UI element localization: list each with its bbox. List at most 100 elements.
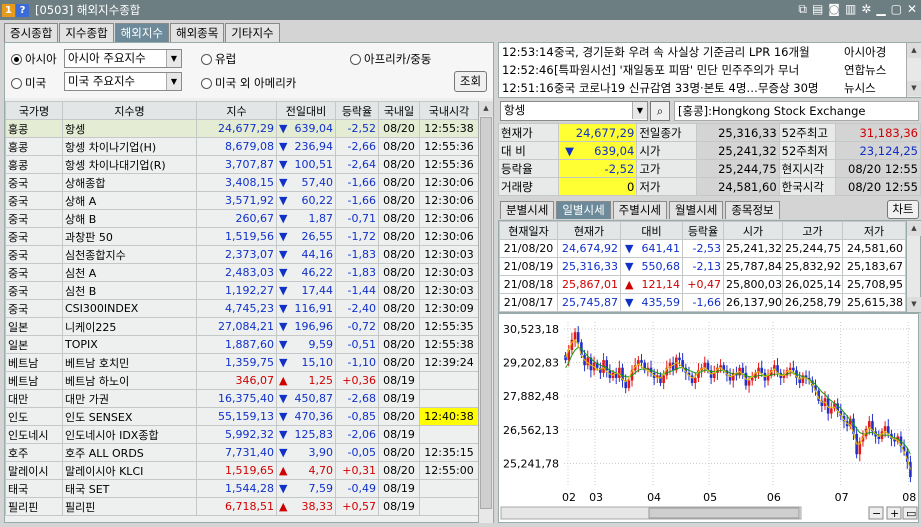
help-icon[interactable]: ? xyxy=(16,3,29,17)
column-header[interactable]: 등락율 xyxy=(682,221,724,240)
table-row[interactable]: 인도네시 인도네시아 IDX종합 5,992,32 ▼ 125,83 -2,06 08/19 xyxy=(5,425,479,444)
table-row[interactable]: 중국 과창판 50 1,519,56 ▼ 26,55 -1,72 08/20 12:30:06 xyxy=(5,227,479,246)
candle-body xyxy=(883,426,887,432)
maximize-icon[interactable]: ▢ xyxy=(891,2,902,17)
table-row[interactable]: 21/08/19 25,316,33 ▼ 550,68 -2,13 25,787,84 25… xyxy=(499,257,906,276)
table-row[interactable]: 중국 CSI300INDEX 4,745,23 ▼ 116,91 -2,40 08/20 12… xyxy=(5,299,479,318)
candle-body xyxy=(627,380,631,389)
index-table-scrollbar[interactable]: ▲ xyxy=(478,101,493,523)
table-row[interactable]: 일본 니케이225 27,084,21 ▼ 196,96 -0,72 08/20 12:55:… xyxy=(5,317,479,336)
news-item[interactable]: 12:52:46[특파원시선] '재일동포 피땀' 민단 민주주의가 무너 연합뉴… xyxy=(499,61,907,79)
symbol-input[interactable]: 항셍 ▼ xyxy=(500,101,648,121)
radio-other-americas[interactable]: 미국 외 아메리카 xyxy=(201,75,296,91)
news-item[interactable]: 12:53:14중국, 경기둔화 우려 속 사실상 기준금리 LPR 16개월 아… xyxy=(499,43,907,61)
gear-icon[interactable]: ✲ xyxy=(861,2,871,17)
open-cell: 25,241,32 xyxy=(723,239,783,258)
change-cell: ▼ 435,59 xyxy=(620,293,683,312)
column-header[interactable]: 시가 xyxy=(723,221,783,240)
tab-weekly[interactable]: 주별시세 xyxy=(612,201,667,219)
column-header[interactable]: 국내일 xyxy=(378,101,420,120)
tab-stock-info[interactable]: 종목정보 xyxy=(725,201,780,219)
time-cell: 12:30:03 xyxy=(419,263,479,282)
column-header[interactable]: 국가명 xyxy=(5,101,63,120)
radio-europe[interactable]: 유럽 xyxy=(201,51,236,67)
scroll-up-icon[interactable]: ▲ xyxy=(479,101,493,116)
x-tick-label: 05 xyxy=(703,491,717,504)
scroll-thumb[interactable] xyxy=(480,117,492,509)
scroll-down-icon[interactable]: ▼ xyxy=(907,297,921,312)
tab-other-index[interactable]: 기타지수 xyxy=(225,23,280,42)
search-button[interactable]: 조회 xyxy=(454,71,487,92)
table-row[interactable]: 태국 태국 SET 1,544,28 ▼ 7,59 -0,49 08/19 xyxy=(5,479,479,498)
table-row[interactable]: 대만 대만 가권 16,375,40 ▼ 450,87 -2,68 08/19 xyxy=(5,389,479,408)
table-row[interactable]: 말레이시 말레이시아 KLCI 1,519,65 ▲ 4,70 +0,31 08/20 12:… xyxy=(5,461,479,480)
scroll-up-icon[interactable]: ▲ xyxy=(907,221,921,236)
column-header[interactable]: 저가 xyxy=(842,221,906,240)
chart-button[interactable]: 차트 xyxy=(887,200,919,219)
column-header[interactable]: 국내시각 xyxy=(419,101,479,120)
asia-index-select[interactable]: 아시아 주요지수 ▼ xyxy=(64,49,182,68)
camera-icon[interactable]: ◙ xyxy=(828,2,840,17)
table-row[interactable]: 중국 상해종합 3,408,15 ▼ 57,40 -1,66 08/20 12:30:06 xyxy=(5,173,479,192)
rate-cell: -0,85 xyxy=(335,407,379,426)
table-row[interactable]: 중국 심천 B 1,192,27 ▼ 17,44 -1,44 08/20 12:30:03 xyxy=(5,281,479,300)
scroll-up-icon[interactable]: ▲ xyxy=(907,43,921,58)
table-row[interactable]: 홍콩 항셍 차이나대기업(R) 3,707,87 ▼ 100,51 -2,64 08/20 1… xyxy=(5,155,479,174)
country-cell: 홍콩 xyxy=(5,137,63,156)
scroll-down-icon[interactable]: ▼ xyxy=(907,81,921,96)
table-row[interactable]: 21/08/20 24,674,92 ▼ 641,41 -2,53 25,241,32 25… xyxy=(499,239,906,258)
table-row[interactable]: 인도 인도 SENSEX 55,159,13 ▼ 470,36 -0,85 08/20 12:… xyxy=(5,407,479,426)
table-row[interactable]: 중국 상해 A 3,571,92 ▼ 60,22 -1,66 08/20 12:30:06 xyxy=(5,191,479,210)
table-row[interactable]: 중국 심천 A 2,483,03 ▼ 46,22 -1,83 08/20 12:30:03 xyxy=(5,263,479,282)
close-cell: 25,316,33 xyxy=(557,257,621,276)
down-arrow-icon: ▼ xyxy=(279,266,288,279)
tab-daily[interactable]: 일별시세 xyxy=(556,201,611,219)
rate-cell: -1,66 xyxy=(682,293,724,312)
tab-index-overview[interactable]: 지수종합 xyxy=(59,23,114,42)
column-header[interactable]: 지수 xyxy=(196,101,277,120)
tab-monthly[interactable]: 월별시세 xyxy=(668,201,724,219)
table-row[interactable]: 베트남 베트남 하노이 346,07 ▲ 1,25 +0,36 08/19 xyxy=(5,371,479,390)
tab-minute[interactable]: 분별시세 xyxy=(500,201,555,219)
column-header[interactable]: 현재일자 xyxy=(499,221,558,240)
tab-market-overview[interactable]: 증시종합 xyxy=(4,23,59,42)
country-cell: 중국 xyxy=(5,281,63,300)
country-cell: 중국 xyxy=(5,191,63,210)
minimize-icon[interactable]: ▁ xyxy=(876,2,885,17)
country-cell: 베트남 xyxy=(5,371,63,390)
daily-scrollbar[interactable]: ▲ ▼ xyxy=(906,220,921,313)
close-icon[interactable]: ✕ xyxy=(907,2,917,17)
table-row[interactable]: 21/08/18 25,867,01 ▲ 121,14 +0,47 25,800,03 26… xyxy=(499,275,906,294)
tab-overseas-stocks[interactable]: 해외종목 xyxy=(169,23,225,42)
table-row[interactable]: 중국 심천종합지수 2,373,07 ▼ 44,16 -1,83 08/20 12:30:03 xyxy=(5,245,479,264)
table-row[interactable]: 홍콩 항셍 24,677,29 ▼ 639,04 -2,52 08/20 12:55:38 xyxy=(5,119,479,138)
table-row[interactable]: 홍콩 항셍 차이나기업(H) 8,679,08 ▼ 236,94 -2,66 08/20 12… xyxy=(5,137,479,156)
radio-us[interactable]: 미국 xyxy=(11,75,46,91)
column-header[interactable]: 대비 xyxy=(620,221,683,240)
radio-africa-middle-east[interactable]: 아프리카/중동 xyxy=(350,51,431,67)
date-cell: 08/20 xyxy=(378,317,420,336)
menu-number-badge[interactable]: 1 xyxy=(2,3,15,17)
us-index-select[interactable]: 미국 주요지수 ▼ xyxy=(64,72,182,91)
table-row[interactable]: 필리핀 필리핀 6,718,51 ▲ 38,33 +0,57 08/19 xyxy=(5,497,479,516)
print-icon[interactable]: ▥ xyxy=(845,2,856,17)
price-chart[interactable]: 30,523,18 29,202,83 27,882,48 26,562,13 25,2… xyxy=(498,313,919,523)
search-icon[interactable]: ⌕ xyxy=(650,101,670,121)
column-header[interactable]: 지수명 xyxy=(62,101,197,120)
column-header[interactable]: 고가 xyxy=(782,221,843,240)
link-icon[interactable]: ⧉ xyxy=(798,2,807,17)
table-row[interactable]: 중국 상해 B 260,67 ▼ 1,87 -0,71 08/20 12:30:06 xyxy=(5,209,479,228)
column-header[interactable]: 등락율 xyxy=(335,101,379,120)
column-header[interactable]: 전일대비 xyxy=(276,101,336,120)
table-row[interactable]: 21/08/17 25,745,87 ▼ 435,59 -1,66 26,137,90 26… xyxy=(499,293,906,312)
copy-icon[interactable]: ▤ xyxy=(812,2,823,17)
column-header[interactable]: 현재가 xyxy=(557,221,621,240)
news-scrollbar[interactable]: ▲ ▼ xyxy=(906,43,921,97)
chart-scroll-thumb[interactable] xyxy=(648,507,800,519)
radio-asia[interactable]: 아시아 xyxy=(11,51,57,67)
tab-overseas-index[interactable]: 해외지수 xyxy=(114,23,169,42)
table-row[interactable]: 일본 TOPIX 1,887,60 ▼ 9,59 -0,51 08/20 12:55:38 xyxy=(5,335,479,354)
table-row[interactable]: 베트남 베트남 호치민 1,359,75 ▼ 15,10 -1,10 08/20 12:39:… xyxy=(5,353,479,372)
news-item[interactable]: 12:51:16중국 코로나19 신규감염 33명·본토 4명…무증상 30명 뉴… xyxy=(499,79,907,97)
table-row[interactable]: 호주 호주 ALL ORDS 7,731,40 ▼ 3,90 -0,05 08/20 12:3… xyxy=(5,443,479,462)
